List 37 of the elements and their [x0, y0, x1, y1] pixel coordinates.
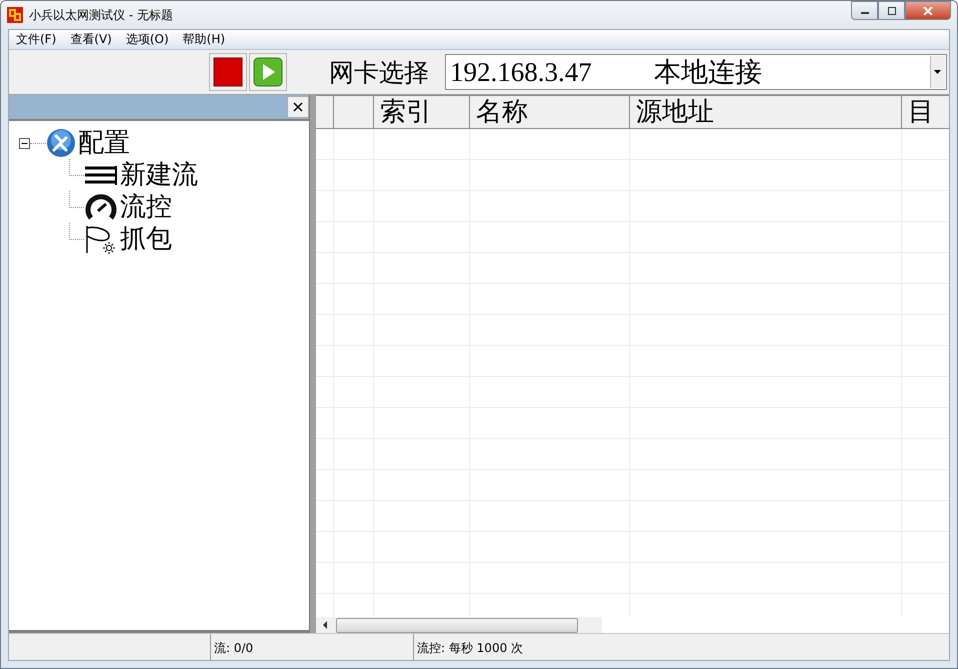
- tree-item[interactable]: 流控: [120, 192, 172, 222]
- left-arrow-icon: [322, 621, 328, 629]
- stop-icon: [213, 57, 243, 87]
- close-icon: [923, 6, 933, 14]
- maximize-button[interactable]: [878, 1, 905, 20]
- play-icon: [253, 57, 283, 87]
- close-icon: [293, 102, 303, 112]
- adapter-label: 网卡选择: [329, 56, 429, 88]
- menu-item[interactable]: 帮助(H): [176, 31, 232, 48]
- tree-item[interactable]: 配置: [78, 128, 130, 158]
- tools-icon: [46, 128, 76, 158]
- maximize-icon: [886, 6, 896, 14]
- play-button[interactable]: [249, 53, 287, 91]
- column-header[interactable]: 源地址: [630, 95, 902, 129]
- menu-item[interactable]: 查看(V): [63, 31, 119, 48]
- column-header[interactable]: 索引: [374, 95, 470, 129]
- net-icon: [84, 224, 118, 254]
- scroll-thumb[interactable]: [336, 618, 578, 632]
- menu-item[interactable]: 选项(O): [118, 31, 176, 48]
- app-icon: [7, 7, 23, 23]
- horizontal-scrollbar[interactable]: [316, 617, 602, 633]
- status-text: 流控: 每秒 1000 次: [413, 634, 949, 660]
- column-header[interactable]: 名称: [470, 95, 630, 129]
- gauge-icon: [84, 193, 118, 221]
- stop-button[interactable]: [209, 53, 247, 91]
- tree-item[interactable]: 新建流: [120, 160, 198, 190]
- lines-icon: [84, 164, 118, 186]
- window-title: 小兵以太网测试仪 - 无标题: [29, 6, 173, 24]
- column-header[interactable]: 目: [902, 95, 949, 129]
- collapse-toggle[interactable]: [19, 138, 30, 148]
- close-button[interactable]: [905, 1, 951, 20]
- menu-item[interactable]: 文件(F): [9, 31, 64, 48]
- tree-item[interactable]: 抓包: [120, 224, 172, 254]
- status-text: 流: 0/0: [210, 634, 413, 660]
- close-pane-button[interactable]: [287, 96, 309, 118]
- adapter-dropdown[interactable]: 192.168.3.47 本地连接: [445, 54, 947, 90]
- minimize-button[interactable]: [851, 1, 878, 20]
